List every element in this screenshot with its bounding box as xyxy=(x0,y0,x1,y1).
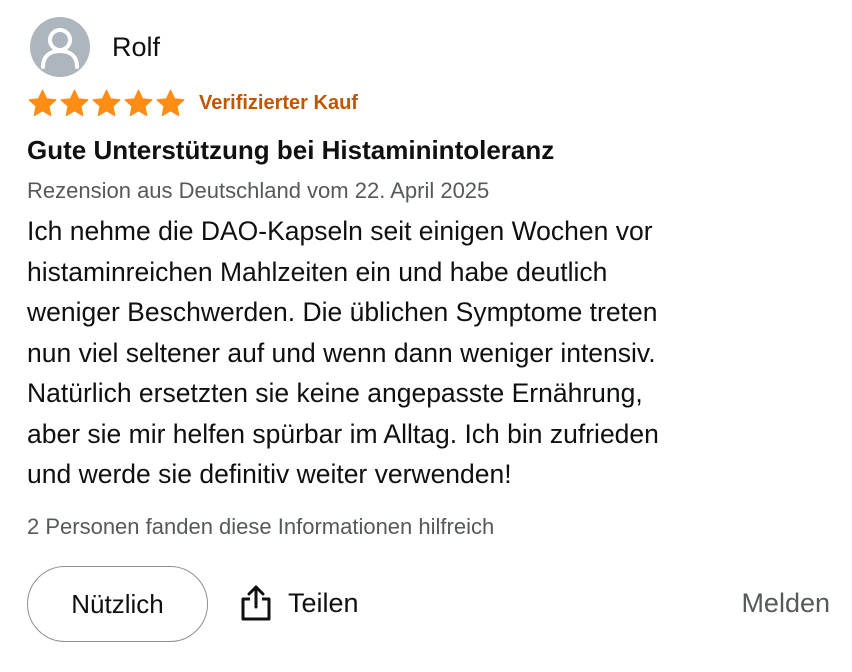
star-icon xyxy=(60,89,89,117)
review-body-line: Ich nehme die DAO-Kapseln seit einigen W… xyxy=(27,216,653,246)
review-body-line: aber sie mir helfen spürbar im Alltag. I… xyxy=(27,418,659,449)
star-icon xyxy=(124,89,153,117)
review-body-line: Natürlich ersetzten sie keine angepasste… xyxy=(27,378,643,408)
verified-purchase-badge[interactable]: Verifizierter Kauf xyxy=(199,92,358,115)
star-icon xyxy=(28,89,57,117)
helpful-count-text: 2 Personen fanden diese Informationen hi… xyxy=(27,514,495,539)
star-icon xyxy=(156,89,185,117)
review-body-line: nun viel seltener auf und wenn dann weni… xyxy=(27,337,656,368)
user-silhouette-icon xyxy=(41,28,79,69)
avatar[interactable] xyxy=(30,17,90,77)
star-icon xyxy=(92,89,121,117)
share-label: Teilen xyxy=(288,587,359,618)
review-body-line: weniger Beschwerden. Die üblichen Sympto… xyxy=(27,297,658,327)
report-link[interactable]: Melden xyxy=(741,588,830,619)
helpful-button[interactable]: Nützlich xyxy=(27,566,208,642)
review-body: Ich nehme die DAO-Kapseln seit einigen W… xyxy=(27,211,827,495)
review-date: Rezension aus Deutschland vom 22. April … xyxy=(27,178,490,203)
reviewer-profile[interactable]: Rolf xyxy=(30,17,160,77)
review-card: Rolf Verifizierter Kauf Gute Unterstützu… xyxy=(0,0,852,672)
star-rating[interactable] xyxy=(27,88,187,119)
share-button[interactable]: Teilen xyxy=(240,584,359,622)
rating-row: Verifizierter Kauf xyxy=(27,88,358,119)
reviewer-name[interactable]: Rolf xyxy=(112,32,160,63)
review-title[interactable]: Gute Unterstützung bei Histaminintoleran… xyxy=(27,135,554,166)
review-body-line: und werde sie definitiv weiter verwenden… xyxy=(27,459,512,489)
review-body-line: histaminreichen Mahlzeiten ein und habe … xyxy=(27,256,608,287)
share-upload-icon xyxy=(241,585,271,621)
